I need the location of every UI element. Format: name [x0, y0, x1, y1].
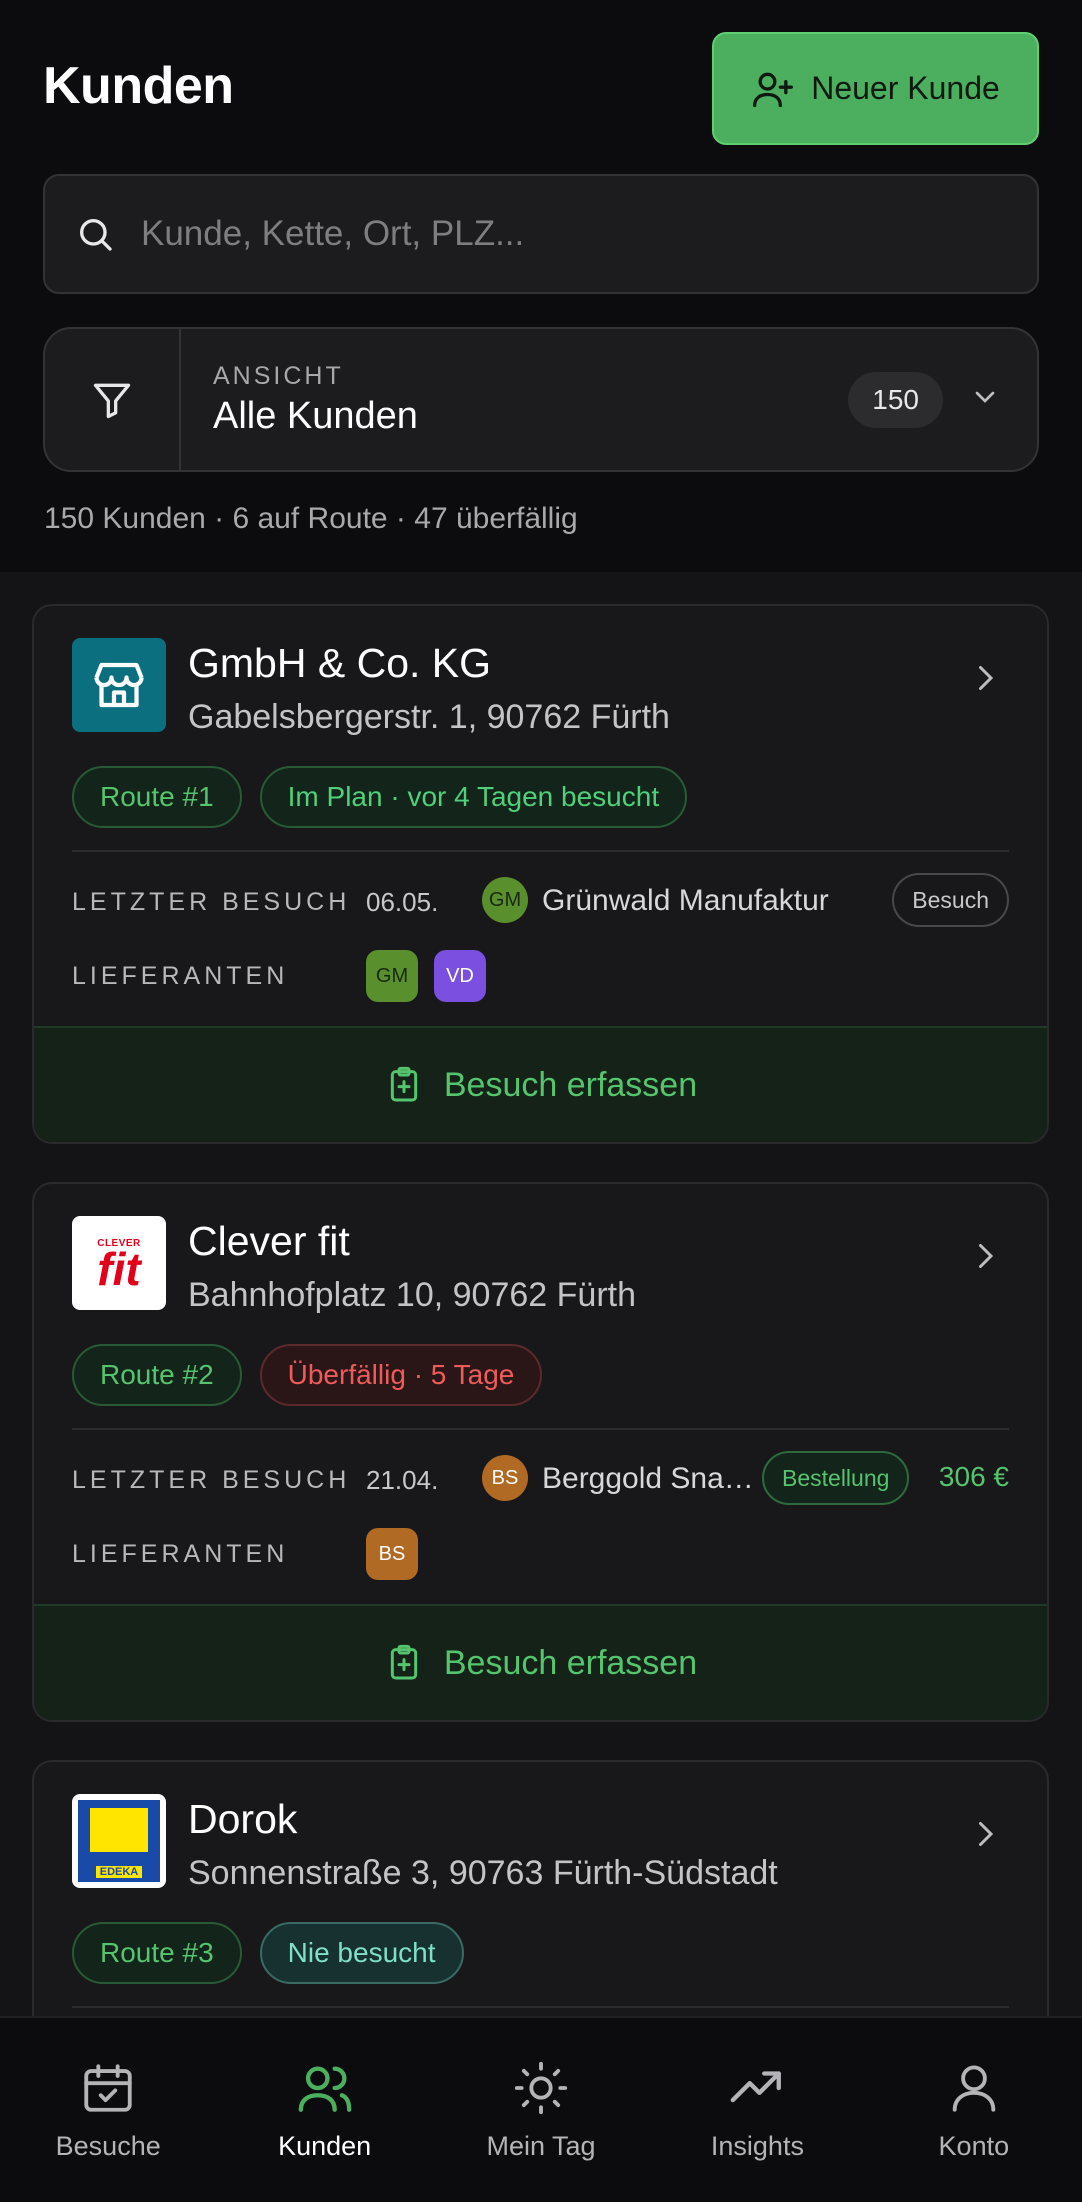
chevron-right-icon[interactable]: [967, 1238, 1003, 1274]
view-dropdown-toggle[interactable]: [969, 381, 1001, 418]
nav-mein-tag[interactable]: Mein Tag: [433, 2018, 649, 2202]
logo-text-main: fit: [97, 1242, 141, 1295]
user-plus-icon: [753, 72, 794, 107]
record-visit-label: Besuch erfassen: [443, 1643, 698, 1682]
customer-address: Gabelsbergerstr. 1, 90762 Fürth: [188, 698, 670, 736]
route-badge: Route #1: [72, 766, 242, 828]
customer-name: Clever fit: [188, 1218, 350, 1264]
search-box[interactable]: [43, 174, 1039, 294]
chevron-right-icon[interactable]: [967, 660, 1003, 696]
supplier-avatar: VD: [434, 950, 486, 1002]
clipboard-plus-icon: [390, 1644, 418, 1680]
badge-row: Route #3 Nie besucht: [72, 1922, 464, 1984]
supplier-avatar: BS: [366, 1528, 418, 1580]
customer-card[interactable]: EDEKA Dorok Sonnenstraße 3, 90763 Fürth-…: [32, 1760, 1049, 2060]
new-customer-button[interactable]: Neuer Kunde: [712, 32, 1039, 145]
sun-icon: [514, 2061, 568, 2114]
new-customer-label: Neuer Kunde: [811, 70, 1000, 106]
supplier-avatar: GM: [366, 950, 418, 1002]
nav-konto[interactable]: Konto: [866, 2018, 1082, 2202]
view-filter[interactable]: ANSICHT Alle Kunden 150: [43, 327, 1039, 472]
last-visit-supplier: Berggold Sna…: [542, 1462, 754, 1495]
last-visit-label: LETZTER BESUCH: [72, 888, 351, 916]
trending-up-icon: [731, 2070, 782, 2102]
clever-fit-logo: CLEVER fit: [72, 1216, 166, 1310]
funnel-icon: [93, 383, 131, 418]
clipboard-plus-icon: [390, 1066, 418, 1102]
nav-label: Besuche: [55, 2130, 161, 2161]
view-count-badge: 150: [848, 371, 943, 428]
search-input[interactable]: [141, 214, 1037, 254]
nav-kunden[interactable]: Kunden: [216, 2018, 432, 2202]
filter-button[interactable]: [45, 329, 181, 470]
nav-label: Kunden: [278, 2130, 372, 2161]
last-visit-label: LETZTER BESUCH: [72, 1466, 351, 1494]
users-icon: [298, 2065, 351, 2112]
record-visit-button[interactable]: Besuch erfassen: [34, 1604, 1047, 1720]
customer-address: Bahnhofplatz 10, 90762 Fürth: [188, 1276, 636, 1314]
store-icon: [94, 662, 144, 708]
view-selector[interactable]: ANSICHT Alle Kunden: [181, 329, 848, 470]
supplier-avatar: BS: [482, 1455, 528, 1501]
user-icon: [952, 2065, 996, 2112]
last-visit-supplier: Grünwald Manufaktur: [542, 884, 829, 917]
customer-card[interactable]: CLEVER fit Clever fit Bahnhofplatz 10, 9…: [32, 1182, 1049, 1722]
nav-besuche[interactable]: Besuche: [0, 2018, 216, 2202]
last-visit-date: 06.05.: [366, 887, 439, 917]
order-amount: 306 €: [938, 1461, 1009, 1492]
header-area: Kunden Neuer Kunde ANSICHT Alle Kunden 1…: [0, 0, 1082, 572]
customer-card[interactable]: GmbH & Co. KG Gabelsbergerstr. 1, 90762 …: [32, 604, 1049, 1144]
supplier-avatar: GM: [482, 877, 528, 923]
visit-type-pill: Bestellung: [762, 1451, 910, 1505]
status-badge: Überfällig · 5 Tage: [259, 1344, 543, 1406]
nav-label: Insights: [710, 2130, 804, 2161]
edeka-e-mark: [90, 1808, 148, 1852]
view-label: ANSICHT: [213, 361, 344, 390]
edeka-logo-mark: EDEKA: [78, 1800, 160, 1882]
nav-insights[interactable]: Insights: [649, 2018, 865, 2202]
logo-text: EDEKA: [95, 1866, 143, 1878]
customer-name: GmbH & Co. KG: [188, 640, 492, 686]
store-logo: [72, 638, 166, 732]
last-visit-date: 21.04.: [366, 1465, 439, 1495]
chevron-right-icon[interactable]: [967, 1816, 1003, 1852]
divider: [72, 850, 1009, 852]
suppliers-label: LIEFERANTEN: [72, 1540, 289, 1568]
visit-type-pill: Besuch: [892, 873, 1009, 927]
search-icon: [80, 219, 112, 251]
status-badge: Nie besucht: [259, 1922, 464, 1984]
suppliers-label: LIEFERANTEN: [72, 962, 289, 990]
calendar-check-icon: [84, 2063, 132, 2112]
badge-row: Route #1 Im Plan · vor 4 Tagen besucht: [72, 766, 688, 828]
summary-text: 150 Kunden · 6 auf Route · 47 überfällig: [44, 502, 578, 535]
divider: [72, 2006, 1009, 2008]
customer-address: Sonnenstraße 3, 90763 Fürth-Südstadt: [188, 1854, 778, 1892]
view-value: Alle Kunden: [213, 394, 418, 437]
edeka-logo: EDEKA: [72, 1794, 166, 1888]
record-visit-label: Besuch erfassen: [443, 1065, 698, 1104]
status-badge: Im Plan · vor 4 Tagen besucht: [259, 766, 688, 828]
nav-label: Konto: [938, 2130, 1010, 2161]
page-title: Kunden: [43, 57, 234, 115]
bottom-nav: Besuche Kunden Mein Tag Insights Konto: [0, 2016, 1082, 2202]
customer-name: Dorok: [188, 1796, 298, 1842]
chevron-down-icon: [975, 391, 995, 403]
badge-row: Route #2 Überfällig · 5 Tage: [72, 1344, 543, 1406]
nav-label: Mein Tag: [486, 2130, 596, 2161]
route-badge: Route #2: [72, 1344, 242, 1406]
route-badge: Route #3: [72, 1922, 242, 1984]
divider: [72, 1428, 1009, 1430]
record-visit-button[interactable]: Besuch erfassen: [34, 1026, 1047, 1142]
